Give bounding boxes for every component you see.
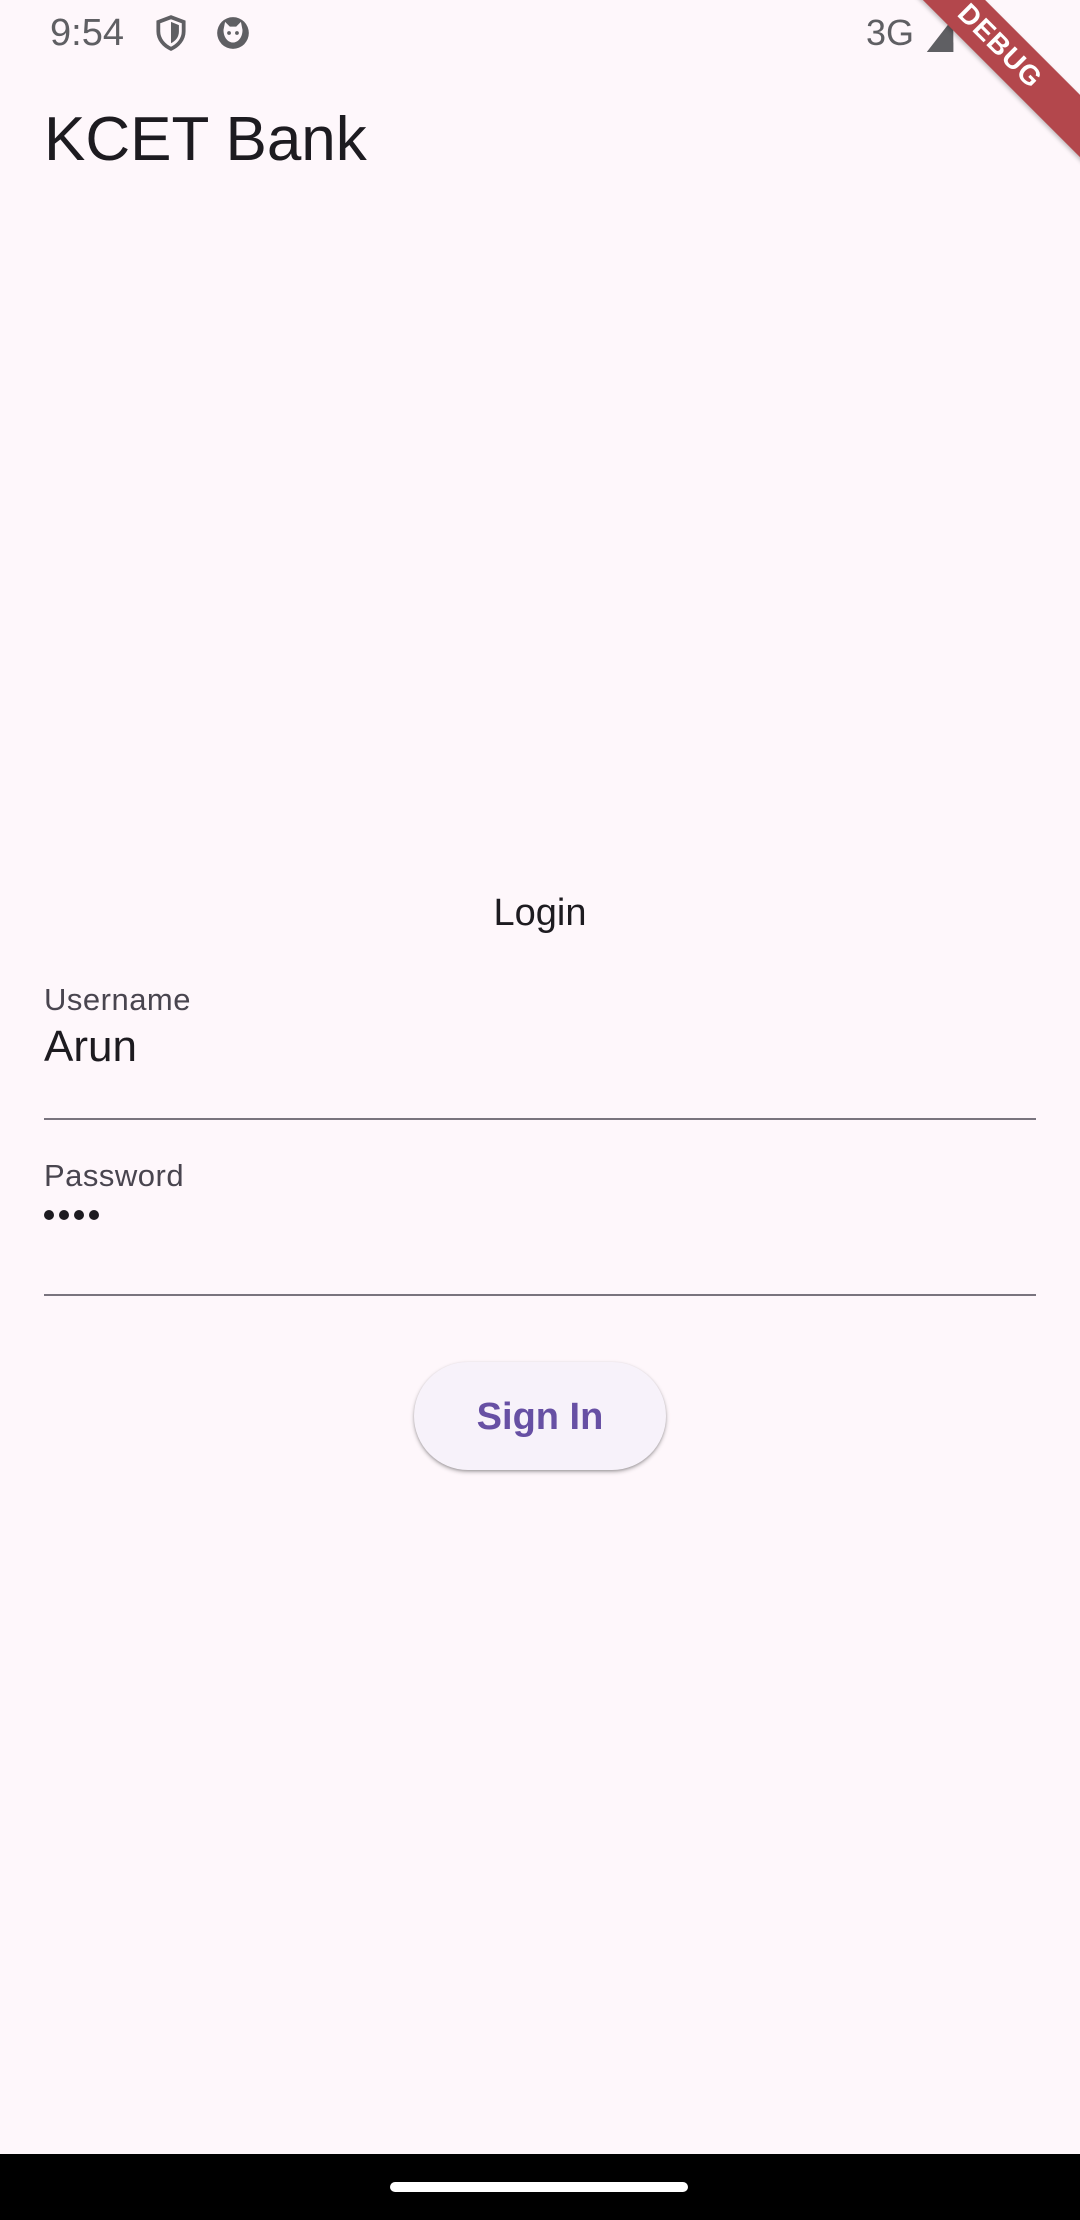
login-heading: Login <box>493 892 587 934</box>
username-input[interactable]: Arun <box>44 1022 137 1072</box>
home-gesture-handle[interactable] <box>390 2182 688 2192</box>
username-label: Username <box>44 982 191 1017</box>
status-time: 9:54 <box>50 12 124 54</box>
password-field[interactable]: Password <box>44 1158 1036 1298</box>
password-input[interactable] <box>44 1210 99 1220</box>
username-field[interactable]: Username Arun <box>44 982 1036 1122</box>
password-mask-dot <box>44 1210 54 1220</box>
network-type: 3G <box>866 12 915 53</box>
username-underline <box>44 1118 1036 1120</box>
password-underline <box>44 1294 1036 1296</box>
shield-icon <box>156 15 186 51</box>
sign-in-button[interactable]: Sign In <box>414 1362 666 1470</box>
cat-face-icon <box>217 17 249 49</box>
password-mask-dot <box>89 1210 99 1220</box>
password-label: Password <box>44 1158 185 1193</box>
screen: 9:54 3G DEBUG KCET Bank Login Username A… <box>0 0 1080 2220</box>
password-mask-dot <box>74 1210 84 1220</box>
navigation-bar <box>0 2154 1080 2220</box>
password-mask-dot <box>59 1210 69 1220</box>
status-bar: 9:54 3G <box>0 0 1080 66</box>
app-title: KCET Bank <box>44 105 367 174</box>
